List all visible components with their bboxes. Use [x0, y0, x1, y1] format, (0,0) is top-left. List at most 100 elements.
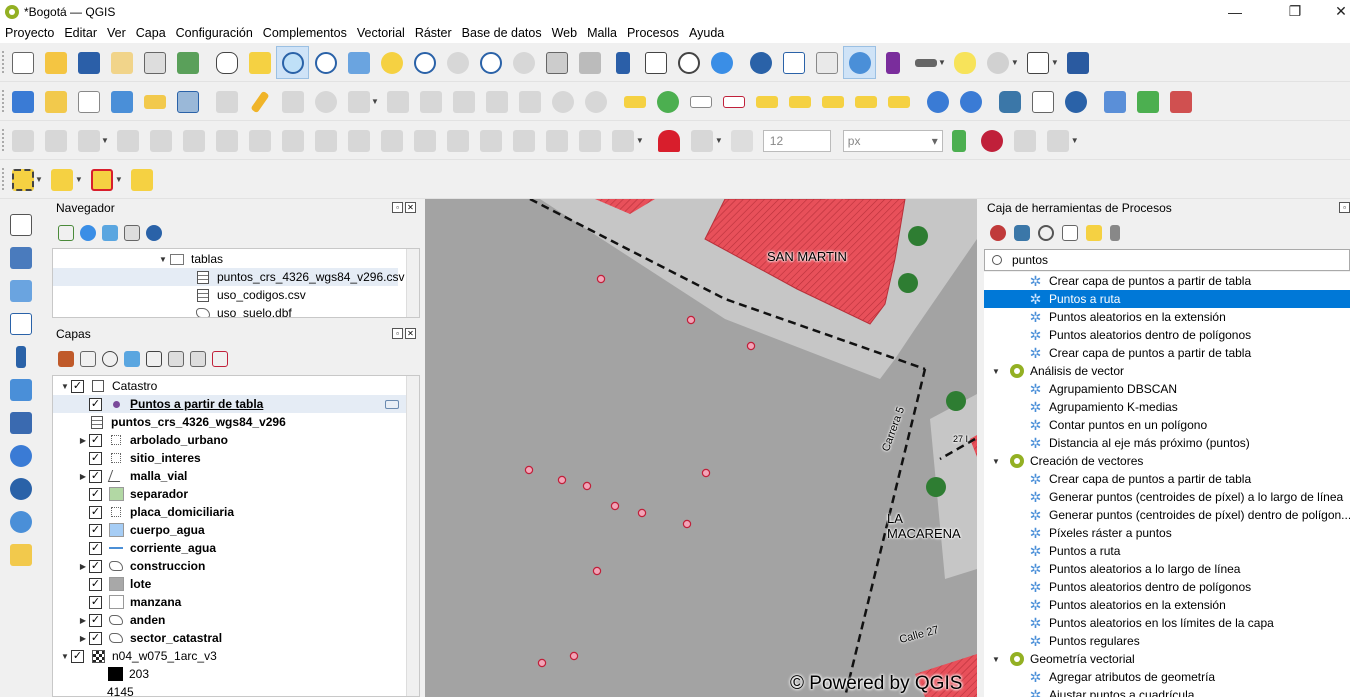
processing-search-input[interactable]: puntos	[984, 249, 1350, 271]
map-canvas[interactable]: SAN MARTIN LA MACARENA Carrera 5 Calle 2…	[425, 199, 977, 697]
expand-arrow-icon[interactable]: ▼	[157, 255, 169, 264]
float-panel-icon[interactable]: ▫	[392, 328, 403, 339]
open-project-button[interactable]	[39, 46, 72, 79]
merge-features-button[interactable]	[541, 124, 574, 157]
layer-row[interactable]: ▶ ✓ arbolado_urbano	[53, 431, 419, 449]
python-scripts-icon[interactable]	[1014, 225, 1030, 241]
close-panel-icon[interactable]: ✕	[405, 202, 416, 213]
self-snapping-button[interactable]	[976, 124, 1009, 157]
split-parts-button[interactable]	[508, 124, 541, 157]
minimize-button[interactable]: —	[1212, 0, 1258, 23]
restore-button[interactable]: ❐	[1272, 0, 1318, 23]
save-project-button[interactable]	[72, 46, 105, 79]
csv-point-marker[interactable]	[524, 465, 534, 475]
plugin-b-button[interactable]	[1132, 85, 1165, 118]
new-temporary-layer-button[interactable]	[138, 85, 171, 118]
toggle-editing-button[interactable]	[243, 85, 276, 118]
layer-visibility-checkbox[interactable]: ✓	[89, 577, 102, 591]
tree-marker[interactable]	[908, 226, 928, 246]
refresh-button[interactable]	[705, 46, 738, 79]
layer-visibility-checkbox[interactable]: ✓	[89, 397, 102, 411]
snapping-type-button[interactable]	[726, 124, 759, 157]
trim-extend-button[interactable]	[442, 124, 475, 157]
map-svg[interactable]	[425, 199, 977, 697]
simplify-button[interactable]	[145, 124, 178, 157]
menu-editar[interactable]: Editar	[59, 23, 102, 43]
shape-digitize-button[interactable]	[39, 124, 72, 157]
rotate-label-button[interactable]	[784, 85, 817, 118]
csv-point-marker[interactable]	[701, 468, 711, 478]
layer-row[interactable]: ✓ lote	[53, 575, 419, 593]
measure-button[interactable]	[909, 46, 942, 79]
csv-point-marker[interactable]	[596, 274, 606, 284]
csv-point-marker[interactable]	[582, 481, 592, 491]
label-properties-button[interactable]	[883, 85, 916, 118]
new-3d-map-view-button[interactable]	[573, 46, 606, 79]
split-features-button[interactable]	[475, 124, 508, 157]
processing-algorithm[interactable]: ✲ Puntos aleatorios en los límites de la …	[984, 614, 1350, 632]
menu-web[interactable]: Web	[547, 23, 582, 43]
csv-point-marker[interactable]	[686, 315, 696, 325]
help-button[interactable]	[1062, 46, 1095, 79]
layer-row[interactable]: ▼ ✓ n04_w075_1arc_v3	[53, 647, 419, 665]
processing-algorithm[interactable]: ✲ Generar puntos (centroides de píxel) a …	[984, 488, 1350, 506]
filter-legend-icon[interactable]	[124, 351, 140, 367]
csv-point-marker[interactable]	[746, 341, 756, 351]
models-gear-icon[interactable]	[990, 225, 1006, 241]
layer-visibility-checkbox[interactable]: ✓	[89, 469, 102, 483]
processing-algorithm[interactable]: ✲ Puntos aleatorios en la extensión	[984, 596, 1350, 614]
offset-curve-button[interactable]	[376, 124, 409, 157]
annotation-button[interactable]	[982, 46, 1015, 79]
layer-row[interactable]: ▼ ✓ Catastro	[53, 377, 419, 395]
undo-button[interactable]	[547, 85, 580, 118]
remove-layer-icon[interactable]	[212, 351, 228, 367]
processing-algorithm[interactable]: ✲ Puntos a ruta	[984, 290, 1350, 308]
layer-row[interactable]: ✓ sitio_interes	[53, 449, 419, 467]
snapping-mode-button[interactable]	[686, 124, 719, 157]
add-mesh-layer-button[interactable]	[4, 274, 37, 307]
results-viewer-icon[interactable]	[1062, 225, 1078, 241]
snapping-button[interactable]	[653, 124, 686, 157]
layer-visibility-checkbox[interactable]: ✓	[89, 451, 102, 465]
csv-point-marker[interactable]	[610, 501, 620, 511]
processing-algorithm[interactable]: ✲ Ajustar puntos a cuadrícula	[984, 686, 1350, 697]
layer-row[interactable]: ✓ Puntos a partir de tabla	[53, 395, 419, 413]
csv-point-marker[interactable]	[592, 566, 602, 576]
move-feature-button[interactable]	[72, 124, 105, 157]
layer-row[interactable]: puntos_crs_4326_wgs84_v296	[53, 413, 419, 431]
processing-algorithm[interactable]: ✲ Agrupamiento DBSCAN	[984, 380, 1350, 398]
add-delimited-text-button[interactable]	[4, 307, 37, 340]
highlight-pinned-labels-button[interactable]	[718, 85, 751, 118]
browser-row-tablas[interactable]: ▼ tablas	[53, 250, 419, 268]
tree-marker[interactable]	[946, 391, 966, 411]
add-wfs-button[interactable]	[4, 505, 37, 538]
new-geopackage-layer-button[interactable]	[39, 85, 72, 118]
rotate-feature-button[interactable]	[112, 124, 145, 157]
layer-row[interactable]: ✓ cuerpo_agua	[53, 521, 419, 539]
float-panel-icon[interactable]: ▫	[1339, 202, 1350, 213]
zoom-layer-button[interactable]	[408, 46, 441, 79]
expand-arrow-icon[interactable]: ▼	[59, 652, 71, 661]
processing-algorithm[interactable]: ✲ Crear capa de puntos a partir de tabla	[984, 344, 1350, 362]
zoom-next-button[interactable]	[507, 46, 540, 79]
menu-raster[interactable]: Ráster	[410, 23, 457, 43]
snapping-unit-select[interactable]: px	[842, 129, 943, 152]
layer-row[interactable]: 203	[53, 665, 419, 683]
zoom-last-button[interactable]	[474, 46, 507, 79]
browser-scrollbar[interactable]	[406, 249, 419, 317]
cut-features-button[interactable]	[448, 85, 481, 118]
info-icon[interactable]	[146, 225, 162, 241]
browser-row-uso-codigos[interactable]: uso_codigos.csv	[53, 286, 419, 304]
redo-button[interactable]	[580, 85, 613, 118]
temporal-controller-button[interactable]	[672, 46, 705, 79]
new-shapefile-layer-button[interactable]	[72, 85, 105, 118]
advanced-digitizing-button[interactable]	[6, 124, 39, 157]
expand-arrow-icon[interactable]: ▶	[77, 562, 89, 571]
add-ring-button[interactable]	[178, 124, 211, 157]
layer-row[interactable]: ▶ ✓ construccion	[53, 557, 419, 575]
expression-filter-icon[interactable]	[146, 351, 162, 367]
layer-row[interactable]: ✓ separador	[53, 485, 419, 503]
plugin-a-button[interactable]	[1099, 85, 1132, 118]
tracing-button[interactable]	[1042, 124, 1075, 157]
zoom-out-button[interactable]	[309, 46, 342, 79]
